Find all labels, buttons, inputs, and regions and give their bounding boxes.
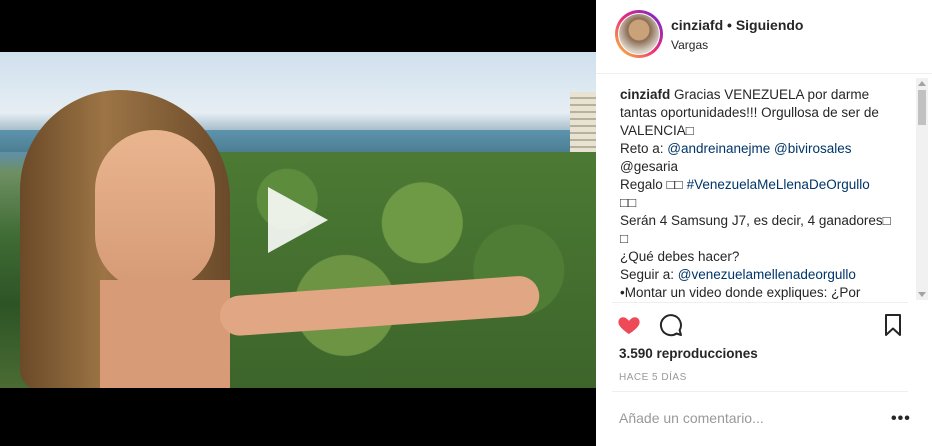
caption-line: @gesaria	[620, 159, 678, 174]
video-player[interactable]	[0, 0, 596, 446]
caption-text: Gracias VENEZUELA por darme	[670, 87, 870, 102]
caption-line: ¿Qué debes hacer?	[620, 249, 740, 264]
caption-scrollbar[interactable]	[916, 78, 928, 300]
caption-text: Reto a:	[620, 141, 668, 156]
neck	[100, 280, 230, 388]
caption-line: •Montar un video donde expliques: ¿Por	[620, 285, 861, 300]
separator: •	[723, 17, 736, 33]
caption-line: □□	[620, 195, 637, 210]
post-header: cinziafd • Siguiendo Vargas	[596, 0, 932, 74]
follow-status[interactable]: Siguiendo	[736, 17, 804, 33]
caption-line: Seguir a: @venezuelamellenadeorgullo	[620, 266, 910, 284]
views-count[interactable]: 3.590 reproducciones	[619, 346, 758, 361]
divider	[612, 302, 908, 303]
caption-text: Seguir a:	[620, 267, 678, 282]
heart-icon[interactable]	[616, 313, 642, 337]
caption-line: Serán 4 Samsung J7, es decir, 4 ganadore…	[620, 213, 891, 228]
caption-text: Regalo □□	[620, 177, 687, 192]
caption-line: □	[620, 231, 629, 246]
username-link[interactable]: cinziafd	[671, 17, 723, 33]
caption-line: VALENCIA□	[620, 123, 694, 138]
bookmark-icon[interactable]	[880, 313, 906, 337]
scroll-down-arrow-icon[interactable]	[918, 292, 926, 297]
caption-line: Regalo □□ #VenezuelaMeLlenaDeOrgullo	[620, 176, 910, 194]
scroll-up-arrow-icon[interactable]	[918, 81, 926, 86]
divider	[612, 391, 908, 392]
person	[0, 90, 250, 388]
caption-username[interactable]: cinziafd	[620, 87, 670, 102]
face	[95, 130, 215, 290]
caption-line: cinziafd Gracias VENEZUELA por darme	[620, 86, 910, 104]
caption-link[interactable]: @andreinanejme @bivirosales	[667, 141, 851, 156]
instagram-post: cinziafd • Siguiendo Vargas cinziafd Gra…	[0, 0, 932, 446]
caption-link[interactable]: @venezuelamellenadeorgullo	[678, 267, 856, 282]
comment-input[interactable]: Añade un comentario...	[619, 410, 764, 426]
caption-line: Reto a: @andreinanejme @bivirosales	[620, 140, 910, 158]
caption-line: tantas oportunidades!!! Orgullosa de ser…	[620, 105, 879, 120]
comment-icon[interactable]	[658, 313, 684, 337]
caption-link[interactable]: #VenezuelaMeLlenaDeOrgullo	[687, 177, 870, 192]
play-icon[interactable]	[268, 187, 328, 253]
caption: cinziafd Gracias VENEZUELA por darme tant…	[620, 86, 910, 300]
avatar[interactable]	[618, 13, 660, 55]
username-line: cinziafd • Siguiendo	[671, 17, 803, 33]
timestamp[interactable]: HACE 5 DÍAS	[619, 372, 687, 383]
location-link[interactable]: Vargas	[671, 38, 708, 52]
avatar-ring[interactable]	[615, 10, 663, 58]
more-options-icon[interactable]: •••	[891, 410, 911, 428]
post-panel: cinziafd • Siguiendo Vargas cinziafd Gra…	[596, 0, 932, 446]
scrollbar-thumb[interactable]	[918, 90, 926, 125]
